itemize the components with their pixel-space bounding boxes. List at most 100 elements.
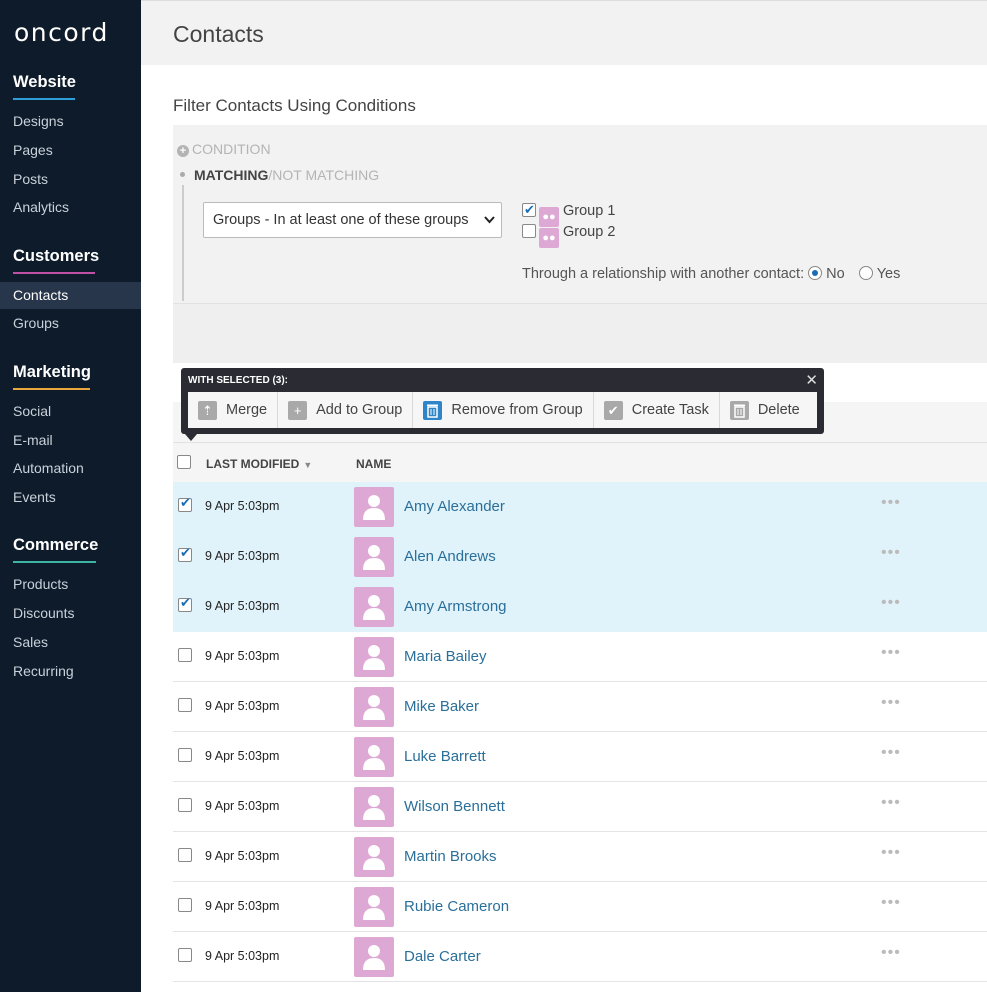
merge-button[interactable]: ⇡ Merge bbox=[188, 392, 279, 428]
row-checkbox[interactable] bbox=[178, 948, 192, 962]
table-header: LAST MODIFIED ▼ NAME bbox=[173, 442, 987, 482]
contact-name-link[interactable]: Mike Baker bbox=[404, 698, 479, 715]
matching-toggle: MATCHING/NOT MATCHING bbox=[180, 167, 379, 183]
contact-name-link[interactable]: Amy Alexander bbox=[404, 498, 505, 515]
column-name[interactable]: NAME bbox=[356, 457, 391, 471]
row-checkbox[interactable] bbox=[178, 545, 192, 562]
sidebar-item-pages[interactable]: Pages bbox=[0, 137, 141, 164]
row-checkbox[interactable] bbox=[178, 848, 192, 862]
delete-button[interactable]: Delete bbox=[720, 392, 810, 428]
sidebar-item-discounts[interactable]: Discounts bbox=[0, 600, 141, 627]
sidebar-item-designs[interactable]: Designs bbox=[0, 108, 141, 135]
more-options-icon[interactable]: ••• bbox=[881, 744, 901, 762]
select-all-checkbox[interactable] bbox=[177, 455, 191, 469]
more-options-icon[interactable]: ••• bbox=[881, 844, 901, 862]
row-last-modified: 9 Apr 5:03pm bbox=[205, 599, 280, 613]
sidebar-item-email[interactable]: E-mail bbox=[0, 427, 141, 454]
more-options-icon[interactable]: ••• bbox=[881, 944, 901, 962]
oncord-logo[interactable]: oncord bbox=[14, 18, 109, 47]
row-checkbox[interactable] bbox=[178, 595, 192, 612]
person-icon bbox=[363, 495, 385, 520]
sidebar-item-posts[interactable]: Posts bbox=[0, 166, 141, 193]
contact-name-link[interactable]: Alen Andrews bbox=[404, 548, 496, 565]
table-row[interactable]: 9 Apr 5:03pm Rubie Cameron ••• bbox=[173, 882, 987, 932]
sidebar-item-events[interactable]: Events bbox=[0, 484, 141, 511]
close-icon[interactable]: ✕ bbox=[805, 371, 818, 389]
more-options-icon[interactable]: ••• bbox=[881, 694, 901, 712]
plus-circle-icon: + bbox=[177, 145, 189, 157]
group-option-1[interactable]: ●●Group 1 bbox=[522, 200, 615, 227]
sidebar-item-recurring[interactable]: Recurring bbox=[0, 658, 141, 685]
table-row[interactable]: 9 Apr 5:03pm Amy Armstrong ••• bbox=[173, 582, 987, 632]
sidebar-item-products[interactable]: Products bbox=[0, 571, 141, 598]
contact-name-link[interactable]: Wilson Bennett bbox=[404, 798, 505, 815]
sort-desc-icon: ▼ bbox=[303, 460, 313, 470]
condition-type-select[interactable]: Groups - In at least one of these groups bbox=[203, 202, 502, 238]
person-icon bbox=[363, 795, 385, 820]
table-row[interactable]: 9 Apr 5:03pm Maria Bailey ••• bbox=[173, 632, 987, 682]
row-last-modified: 9 Apr 5:03pm bbox=[205, 499, 280, 513]
bulk-actions: ⇡ Merge + Add to Group Remove from Group ✔… bbox=[188, 392, 817, 428]
group-1-checkbox[interactable] bbox=[522, 200, 536, 220]
contact-name-link[interactable]: Rubie Cameron bbox=[404, 898, 509, 915]
table-row[interactable]: 9 Apr 5:03pm Amy Alexander ••• bbox=[173, 482, 987, 532]
group-2-checkbox[interactable] bbox=[522, 224, 536, 238]
matching-option[interactable]: MATCHING bbox=[194, 167, 268, 183]
create-task-button[interactable]: ✔ Create Task bbox=[594, 392, 720, 428]
section-underline bbox=[13, 272, 95, 274]
row-checkbox[interactable] bbox=[178, 798, 192, 812]
group-option-2[interactable]: ●● Group 2 bbox=[522, 222, 615, 248]
row-checkbox[interactable] bbox=[178, 748, 192, 762]
contact-name-link[interactable]: Maria Bailey bbox=[404, 648, 487, 665]
filter-conditions-panel: + CONDITION MATCHING/NOT MATCHING Groups … bbox=[173, 125, 987, 363]
merge-icon: ⇡ bbox=[198, 400, 217, 420]
add-condition-button[interactable]: + CONDITION bbox=[177, 141, 271, 157]
sidebar-item-sales[interactable]: Sales bbox=[0, 629, 141, 656]
table-row[interactable]: 9 Apr 5:03pm Wilson Bennett ••• bbox=[173, 782, 987, 832]
not-matching-option[interactable]: /NOT MATCHING bbox=[268, 167, 379, 183]
sidebar-item-analytics[interactable]: Analytics bbox=[0, 194, 141, 221]
avatar bbox=[354, 487, 394, 527]
relation-yes-radio[interactable] bbox=[858, 266, 873, 280]
column-last-modified[interactable]: LAST MODIFIED ▼ bbox=[206, 457, 312, 471]
row-checkbox[interactable] bbox=[178, 698, 192, 712]
table-row[interactable]: 9 Apr 5:03pm Mike Baker ••• bbox=[173, 682, 987, 732]
table-row[interactable]: 9 Apr 5:03pm Alen Andrews ••• bbox=[173, 532, 987, 582]
contact-name-link[interactable]: Dale Carter bbox=[404, 948, 481, 965]
sidebar-section-website[interactable]: Website bbox=[13, 73, 76, 100]
more-options-icon[interactable]: ••• bbox=[881, 894, 901, 912]
avatar bbox=[354, 837, 394, 877]
page-header: Contacts bbox=[141, 0, 987, 65]
relation-no-radio[interactable] bbox=[808, 266, 823, 280]
contact-name-link[interactable]: Amy Armstrong bbox=[404, 598, 507, 615]
filter-heading: Filter Contacts Using Conditions bbox=[173, 96, 416, 115]
row-checkbox[interactable] bbox=[178, 898, 192, 912]
more-options-icon[interactable]: ••• bbox=[881, 494, 901, 512]
sidebar-item-automation[interactable]: Automation bbox=[0, 455, 141, 482]
row-checkbox[interactable] bbox=[178, 495, 192, 512]
sidebar-item-social[interactable]: Social bbox=[0, 398, 141, 425]
more-options-icon[interactable]: ••• bbox=[881, 544, 901, 562]
remove-from-group-button[interactable]: Remove from Group bbox=[413, 392, 594, 428]
row-checkbox[interactable] bbox=[178, 648, 192, 662]
avatar bbox=[354, 887, 394, 927]
more-options-icon[interactable]: ••• bbox=[881, 594, 901, 612]
group-icon: ●● bbox=[539, 228, 559, 248]
more-options-icon[interactable]: ••• bbox=[881, 794, 901, 812]
sidebar-item-contacts[interactable]: Contacts bbox=[0, 282, 141, 309]
more-options-icon[interactable]: ••• bbox=[881, 644, 901, 662]
table-row[interactable]: 9 Apr 5:03pm Dale Carter ••• bbox=[173, 932, 987, 982]
person-icon bbox=[363, 845, 385, 870]
table-row[interactable]: 9 Apr 5:03pm Martin Brooks ••• bbox=[173, 832, 987, 882]
table-row[interactable]: 9 Apr 5:03pm Luke Barrett ••• bbox=[173, 732, 987, 782]
sidebar-section-commerce[interactable]: Commerce bbox=[13, 536, 98, 563]
sidebar-section-marketing[interactable]: Marketing bbox=[13, 363, 91, 390]
contact-name-link[interactable]: Luke Barrett bbox=[404, 748, 486, 765]
row-last-modified: 9 Apr 5:03pm bbox=[205, 549, 280, 563]
add-to-group-button[interactable]: + Add to Group bbox=[278, 392, 414, 428]
sidebar-section-customers[interactable]: Customers bbox=[13, 247, 99, 274]
sidebar-item-groups[interactable]: Groups bbox=[0, 310, 141, 337]
contact-name-link[interactable]: Martin Brooks bbox=[404, 848, 497, 865]
row-last-modified: 9 Apr 5:03pm bbox=[205, 849, 280, 863]
person-icon bbox=[363, 945, 385, 970]
